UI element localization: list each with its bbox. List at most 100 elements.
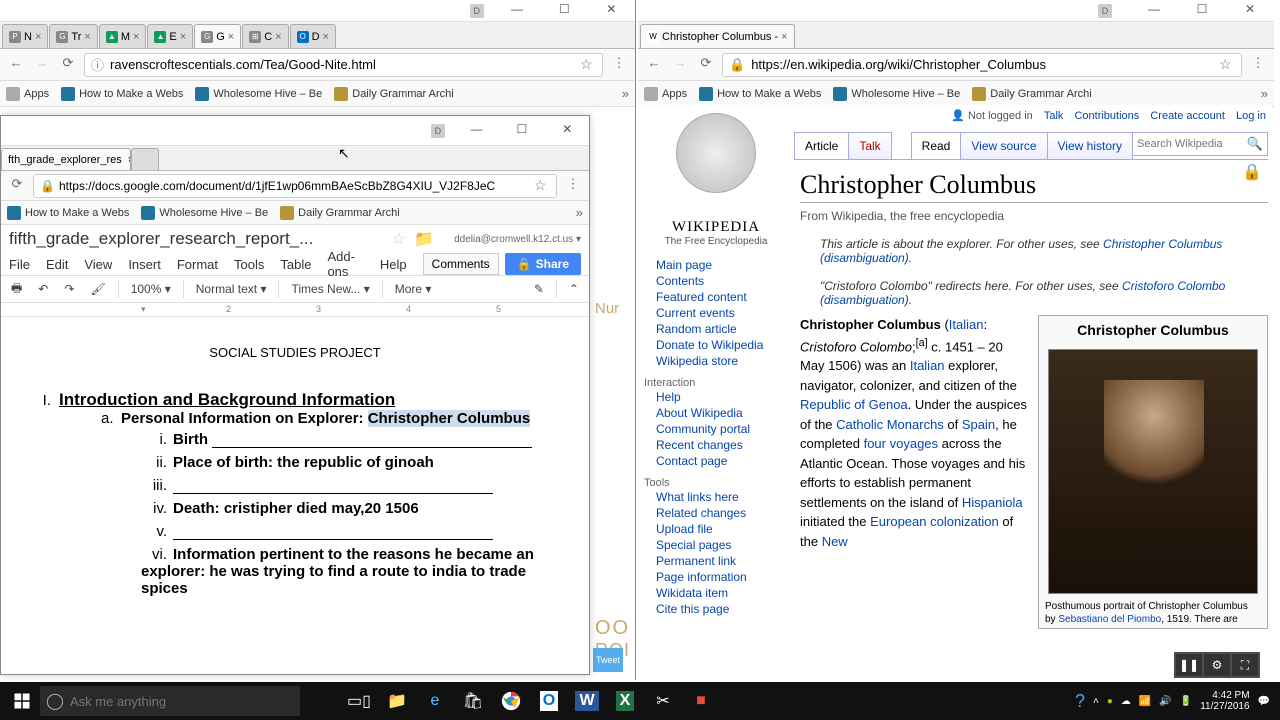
close-tab-icon[interactable]: ×: [275, 31, 281, 43]
wifi-icon[interactable]: 📶: [1139, 696, 1151, 707]
bookmark-item[interactable]: How to Make a Webs: [61, 87, 183, 101]
browser-tab[interactable]: fth_grade_explorer_res×: [1, 148, 131, 170]
ruler[interactable]: ▾ 2 3 4 5: [1, 303, 589, 317]
nav-link[interactable]: What links here: [644, 489, 788, 505]
link[interactable]: Hispaniola: [962, 495, 1023, 510]
menu-button[interactable]: ⋮: [1248, 55, 1268, 75]
paint-format-button[interactable]: 🖌: [86, 280, 109, 298]
menu-insert[interactable]: Insert: [128, 257, 161, 272]
reload-button[interactable]: ⟳: [7, 176, 27, 196]
portrait-image[interactable]: [1048, 349, 1258, 594]
bookmark-apps[interactable]: Apps: [6, 87, 49, 101]
settings-button[interactable]: ⚙: [1204, 654, 1230, 676]
chrome-button[interactable]: [492, 685, 530, 717]
lock-icon[interactable]: 🔒: [40, 179, 55, 193]
footnote[interactable]: [a]: [916, 337, 928, 349]
bookmark-item[interactable]: Wholesome Hive – Be: [195, 87, 322, 101]
minimize-button[interactable]: —: [1140, 2, 1168, 20]
nav-link[interactable]: Permanent link: [644, 553, 788, 569]
cortana-input[interactable]: [70, 694, 270, 709]
close-tab-icon[interactable]: ×: [781, 31, 787, 43]
nav-link[interactable]: Current events: [644, 305, 788, 321]
bookmark-item[interactable]: Daily Grammar Archi: [280, 206, 399, 220]
link[interactable]: Italian: [949, 317, 984, 332]
more-button[interactable]: More ▾: [391, 280, 436, 298]
excel-button[interactable]: X: [606, 685, 644, 717]
menu-view[interactable]: View: [84, 257, 112, 272]
edge-button[interactable]: e: [416, 685, 454, 717]
menu-addons[interactable]: Add-ons: [327, 249, 363, 279]
bookmark-star-icon[interactable]: ☆: [580, 56, 596, 73]
menu-tools[interactable]: Tools: [234, 257, 264, 272]
tab-read[interactable]: Read: [911, 132, 962, 159]
forward-button[interactable]: →: [670, 55, 690, 75]
redo-button[interactable]: ↷: [60, 280, 78, 298]
close-button[interactable]: ✕: [554, 122, 581, 140]
bookmarks-overflow[interactable]: »: [576, 205, 583, 220]
font-select[interactable]: Times New... ▾: [287, 280, 373, 298]
bookmark-item[interactable]: How to Make a Webs: [699, 87, 821, 101]
nav-link[interactable]: Wikidata item: [644, 585, 788, 601]
nav-link[interactable]: Cite this page: [644, 601, 788, 617]
maximize-button[interactable]: ☐: [1188, 2, 1216, 20]
menu-button[interactable]: ⋮: [563, 176, 583, 196]
bookmark-item[interactable]: How to Make a Webs: [7, 206, 129, 220]
bookmark-item[interactable]: Daily Grammar Archi: [334, 87, 453, 101]
reload-button[interactable]: ⟳: [58, 55, 78, 75]
user-link[interactable]: Talk: [1044, 110, 1064, 122]
tab-view-history[interactable]: View history: [1047, 132, 1133, 159]
tray-up-icon[interactable]: ˄: [1093, 696, 1099, 707]
undo-button[interactable]: ↶: [34, 280, 52, 298]
close-tab-icon[interactable]: ×: [180, 31, 186, 43]
menu-help[interactable]: Help: [380, 257, 407, 272]
collapse-button[interactable]: ⌃: [565, 280, 583, 298]
link[interactable]: Sebastiano del Piombo: [1058, 614, 1161, 625]
bookmark-item[interactable]: Wholesome Hive – Be: [833, 87, 960, 101]
user-email[interactable]: ddelia@cromwell.k12.ct.us ▾: [454, 234, 581, 245]
browser-tab[interactable]: GG×: [194, 24, 241, 48]
url-input[interactable]: 🔒 https://en.wikipedia.org/wiki/Christop…: [722, 53, 1242, 77]
minimize-button[interactable]: —: [504, 2, 531, 20]
task-view-button[interactable]: ▭▯: [340, 685, 378, 717]
help-icon[interactable]: ?: [1075, 691, 1085, 712]
menu-edit[interactable]: Edit: [46, 257, 68, 272]
bookmark-item[interactable]: Daily Grammar Archi: [972, 87, 1091, 101]
nav-link[interactable]: Help: [644, 389, 788, 405]
link[interactable]: four voyages: [864, 436, 938, 451]
maximize-button[interactable]: ☐: [551, 2, 578, 20]
url-input[interactable]: ⓘ ravenscroftescentials.com/Tea/Good-Nit…: [84, 53, 603, 77]
close-tab-icon[interactable]: ×: [133, 31, 139, 43]
ruler-indent-marker[interactable]: ▾: [141, 304, 146, 315]
clock[interactable]: 4:42 PM 11/27/2016: [1200, 690, 1249, 712]
url-input[interactable]: 🔒 https://docs.google.com/document/d/1jf…: [33, 174, 557, 198]
search-input[interactable]: [1133, 138, 1243, 150]
bookmark-apps[interactable]: Apps: [644, 87, 687, 101]
fullscreen-button[interactable]: ⛶: [1232, 654, 1258, 676]
user-link[interactable]: Log in: [1236, 110, 1266, 122]
user-link[interactable]: Create account: [1150, 110, 1225, 122]
back-button[interactable]: ←: [6, 55, 26, 75]
tweet-button[interactable]: Tweet: [593, 648, 623, 672]
nav-link[interactable]: Wikipedia store: [644, 353, 788, 369]
link[interactable]: European colonization: [870, 514, 999, 529]
nav-link[interactable]: Main page: [644, 257, 788, 273]
site-info-icon[interactable]: ⓘ: [91, 55, 104, 74]
volume-icon[interactable]: 🔊: [1159, 696, 1171, 707]
outlook-button[interactable]: O: [530, 685, 568, 717]
link[interactable]: Republic of Genoa: [800, 397, 908, 412]
status-dot-icon[interactable]: ●: [1107, 696, 1113, 707]
document-title[interactable]: fifth_grade_explorer_research_report_...: [9, 229, 384, 249]
menu-table[interactable]: Table: [280, 257, 311, 272]
nav-link[interactable]: Related changes: [644, 505, 788, 521]
close-button[interactable]: ✕: [1236, 2, 1264, 20]
back-button[interactable]: ←: [644, 55, 664, 75]
menu-file[interactable]: File: [9, 257, 30, 272]
comments-button[interactable]: Comments: [423, 253, 499, 275]
menu-button[interactable]: ⋮: [609, 55, 629, 75]
browser-tab[interactable]: PN×: [2, 24, 48, 48]
style-select[interactable]: Normal text ▾: [192, 280, 271, 298]
menu-format[interactable]: Format: [177, 257, 218, 272]
cortana-search[interactable]: ◯: [40, 686, 300, 716]
nav-link[interactable]: Special pages: [644, 537, 788, 553]
zoom-select[interactable]: 100% ▾: [127, 280, 175, 298]
